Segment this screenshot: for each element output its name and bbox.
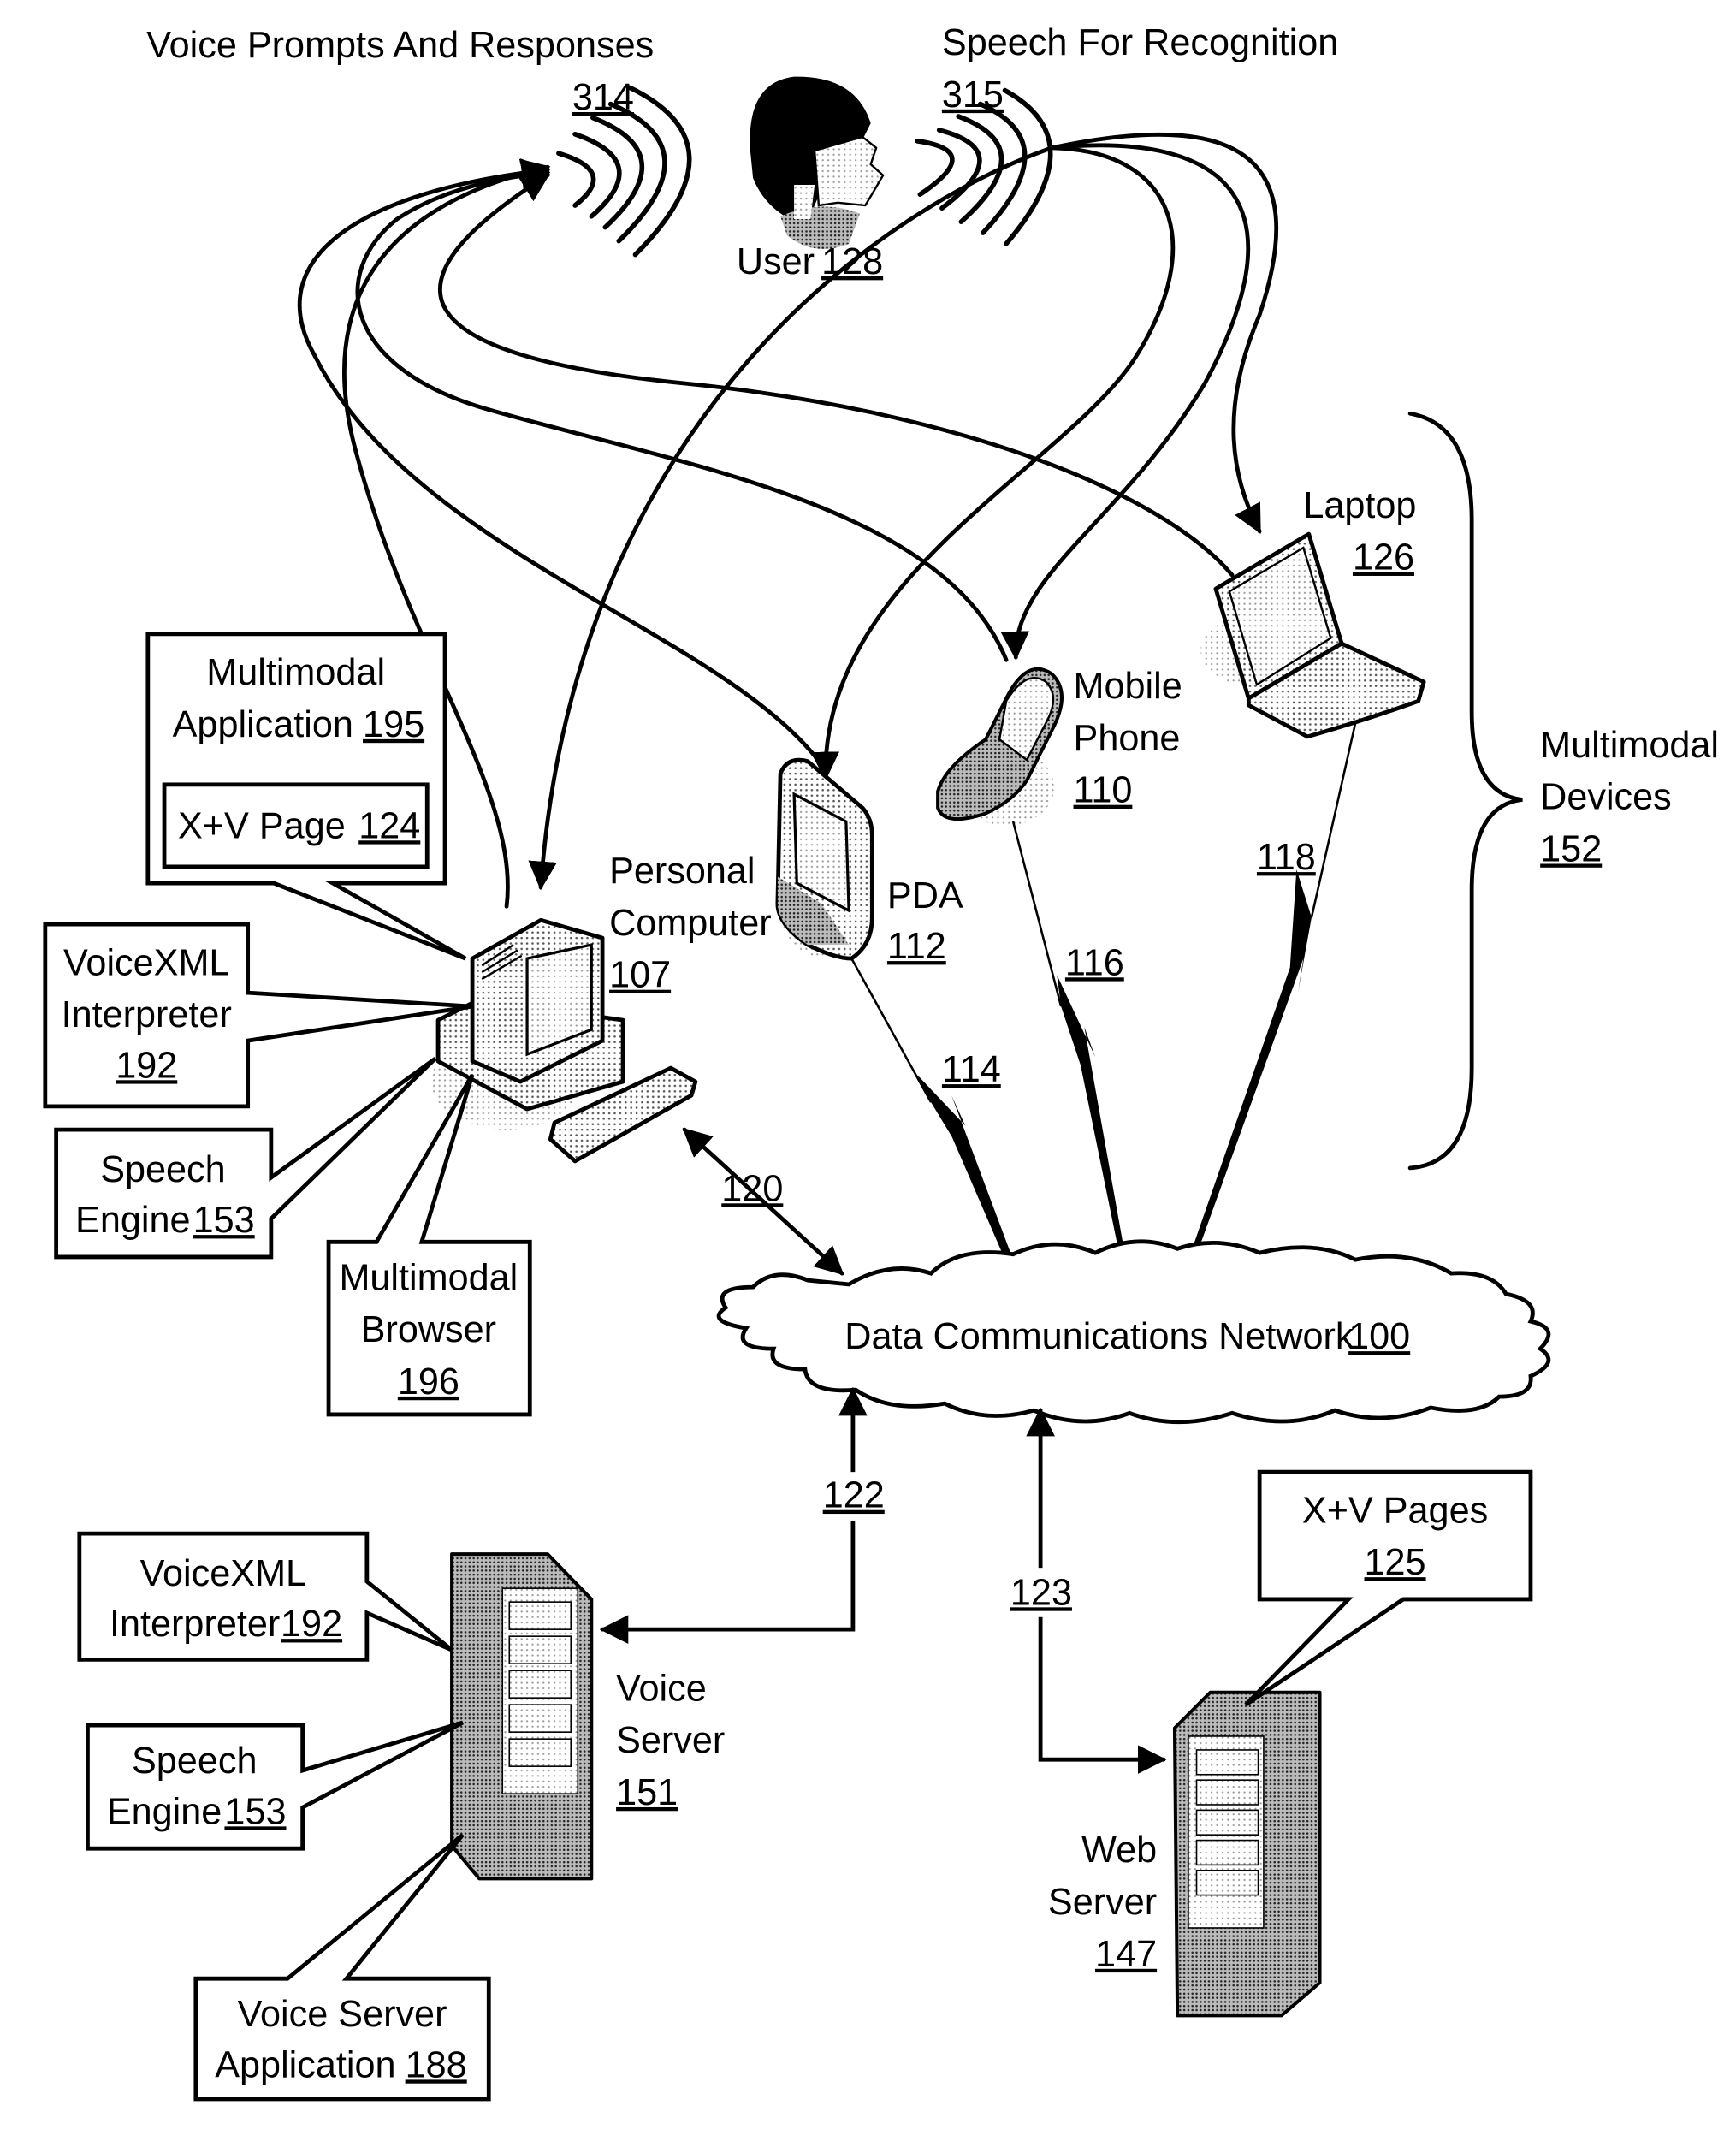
xv-page-text: X+V Page (178, 805, 346, 846)
link-laptop-network: 118 (1188, 722, 1357, 1263)
mobile-phone-label: Mobile Phone 110 (1074, 666, 1182, 811)
link-116-label: 116 (1065, 942, 1124, 983)
user-text: User (737, 241, 815, 282)
vs-speech-engine-callout: Speech Engine 153 (86, 1720, 464, 1851)
web-server-label: Web Server 147 (1048, 1830, 1157, 1975)
multimodal-application-line2: Application (173, 704, 353, 745)
voice-server-ref: 151 (616, 1772, 678, 1813)
mobile-phone-line2: Phone (1074, 718, 1181, 759)
link-pc-network: 120 (682, 1127, 844, 1276)
web-server-line1: Web (1081, 1830, 1157, 1871)
xv-pages-text: X+V Pages (1302, 1490, 1488, 1531)
speech-recognition-label: Speech For Recognition 315 (942, 22, 1338, 116)
multimodal-devices-ref: 152 (1540, 828, 1602, 869)
vs-speech-engine-ref: 153 (224, 1791, 286, 1832)
user-icon (750, 76, 885, 249)
link-voice-server-network: 122 (599, 1386, 885, 1644)
user-label: User 128 (737, 241, 883, 282)
voice-server-line2: Server (616, 1720, 725, 1761)
multimodal-devices-brace (1407, 411, 1523, 1171)
pc-speech-engine-line2: Engine (75, 1200, 190, 1241)
vs-voicexml-interpreter-callout: VoiceXML Interpreter 192 (77, 1531, 453, 1662)
link-120-label: 120 (721, 1168, 783, 1209)
personal-computer-label: Personal Computer 107 (609, 851, 772, 996)
pda-ref: 112 (887, 926, 946, 967)
vs-voicexml-line2: Interpreter (110, 1604, 280, 1645)
link-pda-network: 114 (850, 958, 1014, 1263)
voice-server-label: Voice Server 151 (616, 1668, 725, 1813)
vs-application-ref: 188 (406, 2044, 467, 2085)
pda-label: PDA 112 (887, 875, 963, 967)
voice-server-line1: Voice (616, 1668, 707, 1709)
speech-recognition-text: Speech For Recognition (942, 22, 1338, 63)
mobile-phone-ref: 110 (1074, 770, 1133, 811)
network-ref: 100 (1348, 1316, 1410, 1357)
laptop-ref: 126 (1353, 537, 1414, 578)
voice-prompts-text: Voice Prompts And Responses (146, 25, 654, 66)
pda-text: PDA (887, 875, 963, 916)
personal-computer-ref: 107 (609, 955, 671, 996)
pc-voicexml-line1: VoiceXML (63, 942, 229, 983)
personal-computer-line1: Personal (609, 851, 755, 892)
pc-speech-engine-ref: 153 (193, 1200, 255, 1241)
link-123-label: 123 (1010, 1572, 1072, 1613)
diagram-canvas: Voice Prompts And Responses 314 Speech F… (43, 22, 1719, 2102)
web-server-line2: Server (1048, 1882, 1157, 1923)
vs-speech-engine-line1: Speech (132, 1741, 257, 1782)
multimodal-application-line1: Multimodal (206, 652, 385, 693)
web-server-ref: 147 (1095, 1934, 1157, 1975)
voice-server-application-callout: Voice Server Application 188 (193, 1833, 491, 2102)
xv-pages-ref: 125 (1365, 1542, 1426, 1583)
xv-page-ref: 124 (358, 805, 420, 846)
multimodal-devices-line2: Devices (1540, 777, 1672, 818)
link-phone-network: 116 (1011, 821, 1126, 1257)
mobile-phone-line1: Mobile (1074, 666, 1182, 707)
link-web-server-network: 123 (1009, 1407, 1167, 1774)
speech-to-devices-curves (528, 132, 1279, 891)
vs-voicexml-line1: VoiceXML (140, 1553, 306, 1594)
pc-voicexml-line2: Interpreter (62, 994, 232, 1035)
pc-speech-engine-line1: Speech (100, 1149, 225, 1190)
laptop-text: Laptop (1303, 485, 1416, 526)
personal-computer-line2: Computer (609, 903, 772, 944)
multimodal-devices-label: Multimodal Devices 152 (1540, 725, 1719, 870)
multimodal-application-callout: Multimodal Application 195 X+V Page 124 (145, 632, 467, 961)
pc-voicexml-ref: 192 (116, 1045, 177, 1086)
pda-icon (775, 757, 877, 961)
web-server-icon (1172, 1690, 1322, 2018)
multimodal-browser-line1: Multimodal (339, 1257, 518, 1298)
xv-pages-callout: X+V Pages 125 (1244, 1469, 1533, 1707)
link-114-label: 114 (942, 1049, 1001, 1090)
link-118-label: 118 (1257, 837, 1316, 878)
vs-speech-engine-line2: Engine (107, 1791, 222, 1832)
vs-application-line2: Application (215, 2044, 395, 2085)
vs-application-line1: Voice Server (238, 1994, 447, 2035)
laptop-label: Laptop 126 (1303, 485, 1416, 578)
voice-prompts-label: Voice Prompts And Responses 314 (146, 25, 654, 118)
multimodal-application-ref: 195 (363, 704, 424, 745)
link-122-label: 122 (823, 1475, 885, 1516)
network-text: Data Communications Network (844, 1316, 1354, 1357)
network-cloud: Data Communications Network 100 (716, 1239, 1551, 1425)
multimodal-browser-ref: 196 (398, 1361, 459, 1403)
voice-server-icon (450, 1552, 594, 1881)
vs-voicexml-ref: 192 (281, 1604, 342, 1645)
multimodal-devices-line1: Multimodal (1540, 725, 1719, 766)
mobile-phone-icon (936, 667, 1064, 826)
multimodal-browser-line2: Browser (361, 1309, 496, 1350)
